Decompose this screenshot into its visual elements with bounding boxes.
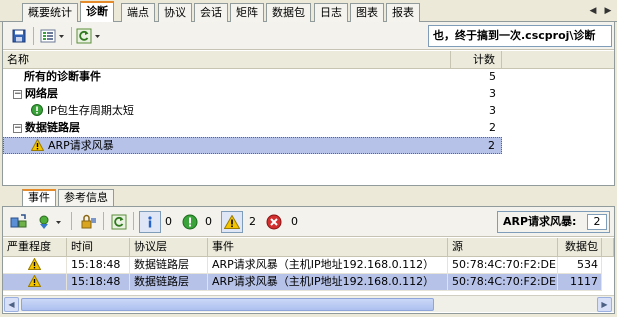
view-options-dropdown-icon[interactable] [39,26,67,46]
tree-row-count: 2 [489,121,496,134]
diagnosis-panel: 也，终于搞到一次.cscproj\诊断 名称 计数 所有的诊断事件 5 − 网络… [2,22,615,186]
warning-filter-toggle[interactable] [221,211,243,233]
error-filter-toggle[interactable] [263,211,285,233]
column-header-event[interactable]: 事件 [208,238,448,257]
tree-row-count: 3 [489,87,496,100]
tab-summary[interactable]: 概要统计 [22,3,78,22]
column-header-severity[interactable]: 严重程度 [3,238,67,257]
packet-cell: 1117 [558,274,602,291]
source-cell: 50:78:4C:70:F2:DE [448,257,558,274]
layer-cell: 数据链路层 [130,274,208,291]
column-header-count[interactable]: 计数 [451,51,502,69]
tab-diagnosis[interactable]: 诊断 [80,1,114,23]
severity-cell [3,257,67,274]
table-row[interactable]: 15:18:48 数据链路层 ARP请求风暴（主机IP地址192.168.0.1… [3,274,614,291]
events-panel: 0 0 2 0 ARP请求风暴: 2 严重程度 时间 协议层 事件 源 数据包 … [2,206,615,314]
tab-events[interactable]: 事件 [22,189,56,207]
tree-row-arp-storm[interactable]: ARP请求风暴 2 [3,137,502,154]
tab-sessions[interactable]: 会话 [194,3,228,22]
column-header-name[interactable]: 名称 [3,51,451,69]
save-icon[interactable] [9,26,29,46]
lock-settings-icon[interactable] [79,212,99,232]
event-cell: ARP请求风暴（主机IP地址192.168.0.112） [208,274,448,291]
tree-row-ip-ttl-short[interactable]: IP包生存周期太短 3 [3,103,502,120]
filter-label: ARP请求风暴: [503,215,577,228]
scrollbar-thumb[interactable] [21,298,434,311]
collapse-icon[interactable]: − [13,90,22,99]
tree-row-label: ARP请求风暴 [48,139,114,152]
column-header-filler [502,51,614,69]
scroll-left-icon[interactable]: ◀ [4,297,19,312]
tree-row-icon-wrap [30,138,45,154]
ok-status-icon [31,104,43,116]
tree-row-count: 5 [489,70,496,83]
layer-cell: 数据链路层 [130,257,208,274]
tab-charts[interactable]: 图表 [350,3,384,22]
tree-row-datalink-layer[interactable]: − 数据链路层 2 [3,120,502,137]
tree-row-label: 所有的诊断事件 [24,70,101,83]
tab-scroll-left-icon[interactable]: ◀ [588,3,598,19]
column-header-time[interactable]: 时间 [67,238,130,257]
ok-filter-toggle[interactable] [179,211,201,233]
error-icon [266,214,282,230]
warning-icon [27,257,42,270]
warning-icon [30,138,45,151]
tab-matrix[interactable]: 矩阵 [230,3,264,22]
filter-indicator: ARP请求风暴: 2 [497,211,610,233]
tree-row-label: IP包生存周期太短 [47,104,134,117]
column-header-filler [602,238,614,257]
tab-log[interactable]: 日志 [314,3,348,22]
tree-row-label: 网络层 [25,87,58,100]
severity-cell [3,274,67,291]
tree-row-count: 3 [489,104,496,117]
table-row[interactable]: 15:18:48 数据链路层 ARP请求风暴（主机IP地址192.168.0.1… [3,257,614,274]
info-filter-toggle[interactable] [139,211,161,233]
info-count: 0 [165,215,172,228]
tab-reference-info[interactable]: 参考信息 [58,189,114,207]
time-cell: 15:18:48 [67,257,130,274]
main-tab-bar: 概要统计 诊断 端点 协议 会话 矩阵 数据包 日志 图表 报表 ◀ ▶ [0,0,617,23]
tab-protocols[interactable]: 协议 [158,3,192,22]
column-header-packet[interactable]: 数据包 [558,238,602,257]
diagnosis-toolbar: 也，终于搞到一次.cscproj\诊断 [3,22,614,50]
tree-row-network-layer[interactable]: − 网络层 3 [3,86,502,103]
column-header-layer[interactable]: 协议层 [130,238,208,257]
tree-row-icon-wrap [31,103,43,119]
warning-icon [224,215,240,229]
tab-endpoints[interactable]: 端点 [121,3,155,22]
tree-row-all-events[interactable]: 所有的诊断事件 5 [3,69,502,86]
refresh-icon[interactable] [109,212,129,232]
packet-cell: 534 [558,257,602,274]
bottom-tab-bar: 事件 参考信息 [2,189,615,207]
tree-row-label: 数据链路层 [25,121,80,134]
tree-row-count: 2 [488,139,495,152]
horizontal-scrollbar[interactable]: ◀ ▶ [3,295,614,312]
diagnosis-title-field: 也，终于搞到一次.cscproj\诊断 [428,25,612,47]
filter-value: 2 [587,214,607,230]
ok-icon [182,214,198,230]
warning-count: 2 [249,215,256,228]
event-cell: ARP请求风暴（主机IP地址192.168.0.112） [208,257,448,274]
tab-scroll-right-icon[interactable]: ▶ [603,3,613,19]
tab-packets[interactable]: 数据包 [266,3,311,22]
network-adapter-icon[interactable] [9,212,29,232]
scroll-right-icon[interactable]: ▶ [597,297,612,312]
time-cell: 15:18:48 [67,274,130,291]
collapse-icon[interactable]: − [13,124,22,133]
info-icon [148,216,152,228]
events-toolbar: 0 0 2 0 ARP请求风暴: 2 [3,207,614,237]
column-header-source[interactable]: 源 [448,238,558,257]
warning-icon [27,274,42,287]
tab-reports[interactable]: 报表 [386,3,420,22]
ok-count: 0 [205,215,212,228]
filter-settings-dropdown-icon[interactable] [35,212,65,232]
refresh-dropdown-icon[interactable] [75,26,103,46]
error-count: 0 [291,215,298,228]
source-cell: 50:78:4C:70:F2:DE [448,274,558,291]
